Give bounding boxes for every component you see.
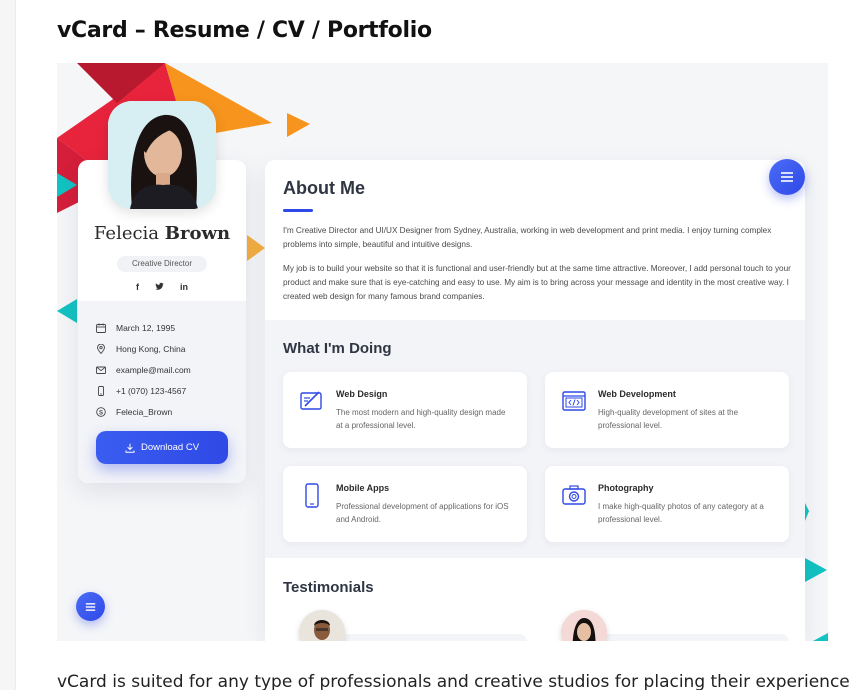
main-content-panel: About Me I'm Creative Director and UI/UX… <box>265 160 805 641</box>
testimonials-heading: Testimonials <box>283 579 374 596</box>
floating-menu-button[interactable] <box>76 592 105 621</box>
hamburger-icon <box>781 172 793 182</box>
mail-icon <box>96 365 106 375</box>
svg-text:S: S <box>99 410 103 416</box>
testimonial-avatar <box>561 610 607 641</box>
page-title: vCard – Resume / CV / Portfolio <box>57 18 432 43</box>
first-name: Felecia <box>93 223 160 244</box>
service-title: Web Development <box>598 389 676 399</box>
social-links: f in <box>136 282 188 294</box>
web-development-icon <box>561 388 587 414</box>
info-phone[interactable]: +1 (070) 123-4567 <box>96 384 236 398</box>
description-paragraph: vCard is suited for any type of professi… <box>57 672 851 690</box>
about-heading: About Me <box>283 178 365 198</box>
doing-heading: What I'm Doing <box>283 340 392 357</box>
last-name: Brown <box>164 223 231 244</box>
skype-icon: S <box>96 407 106 417</box>
info-text: March 12, 1995 <box>116 323 176 333</box>
profile-name: Felecia Brown <box>78 223 246 244</box>
download-cv-button[interactable]: Download CV <box>96 431 228 464</box>
mobile-apps-icon <box>299 482 325 508</box>
service-title: Photography <box>598 483 654 493</box>
testimonial-card <box>575 634 789 641</box>
download-icon <box>125 443 135 453</box>
twitter-icon[interactable] <box>155 282 164 294</box>
facebook-icon[interactable]: f <box>136 282 139 294</box>
location-icon <box>96 344 106 354</box>
linkedin-icon[interactable]: in <box>180 282 188 294</box>
info-birthday: March 12, 1995 <box>96 321 236 335</box>
page-left-border <box>0 0 16 690</box>
service-desc: The most modern and high-quality design … <box>336 408 506 430</box>
testimonial-card <box>313 634 527 641</box>
service-desc: Professional development of applications… <box>336 502 509 524</box>
info-text: example@mail.com <box>116 365 191 375</box>
info-location: Hong Kong, China <box>96 342 236 356</box>
service-card-web-development: Web Development High-quality development… <box>545 372 789 448</box>
hamburger-icon <box>85 602 96 611</box>
heading-underline <box>283 209 313 212</box>
download-cv-label: Download CV <box>140 442 200 453</box>
avatar <box>108 101 216 209</box>
info-email[interactable]: example@mail.com <box>96 363 236 377</box>
info-text: Hong Kong, China <box>116 344 186 354</box>
service-title: Mobile Apps <box>336 483 390 493</box>
testimonial-avatar <box>299 610 345 641</box>
info-skype[interactable]: S Felecia_Brown <box>96 405 236 419</box>
service-card-mobile-apps: Mobile Apps Professional development of … <box>283 466 527 542</box>
about-paragraph-2: My job is to build your website so that … <box>283 264 791 302</box>
service-card-photography: Photography I make high-quality photos o… <box>545 466 789 542</box>
camera-icon <box>561 482 587 508</box>
about-paragraph-1: I'm Creative Director and UI/UX Designer… <box>283 226 772 250</box>
menu-button[interactable] <box>769 159 805 195</box>
service-title: Web Design <box>336 389 388 399</box>
service-card-web-design: Web Design The most modern and high-qual… <box>283 372 527 448</box>
info-text: +1 (070) 123-4567 <box>116 386 187 396</box>
service-desc: High-quality development of sites at the… <box>598 408 739 430</box>
web-design-icon <box>299 388 325 414</box>
phone-icon <box>96 386 106 396</box>
theme-preview-image: Felecia Brown Creative Director f in Mar… <box>57 63 828 641</box>
role-badge: Creative Director <box>117 256 207 272</box>
info-text: Felecia_Brown <box>116 407 173 417</box>
calendar-icon <box>96 323 106 333</box>
service-desc: I make high-quality photos of any catego… <box>598 502 764 524</box>
